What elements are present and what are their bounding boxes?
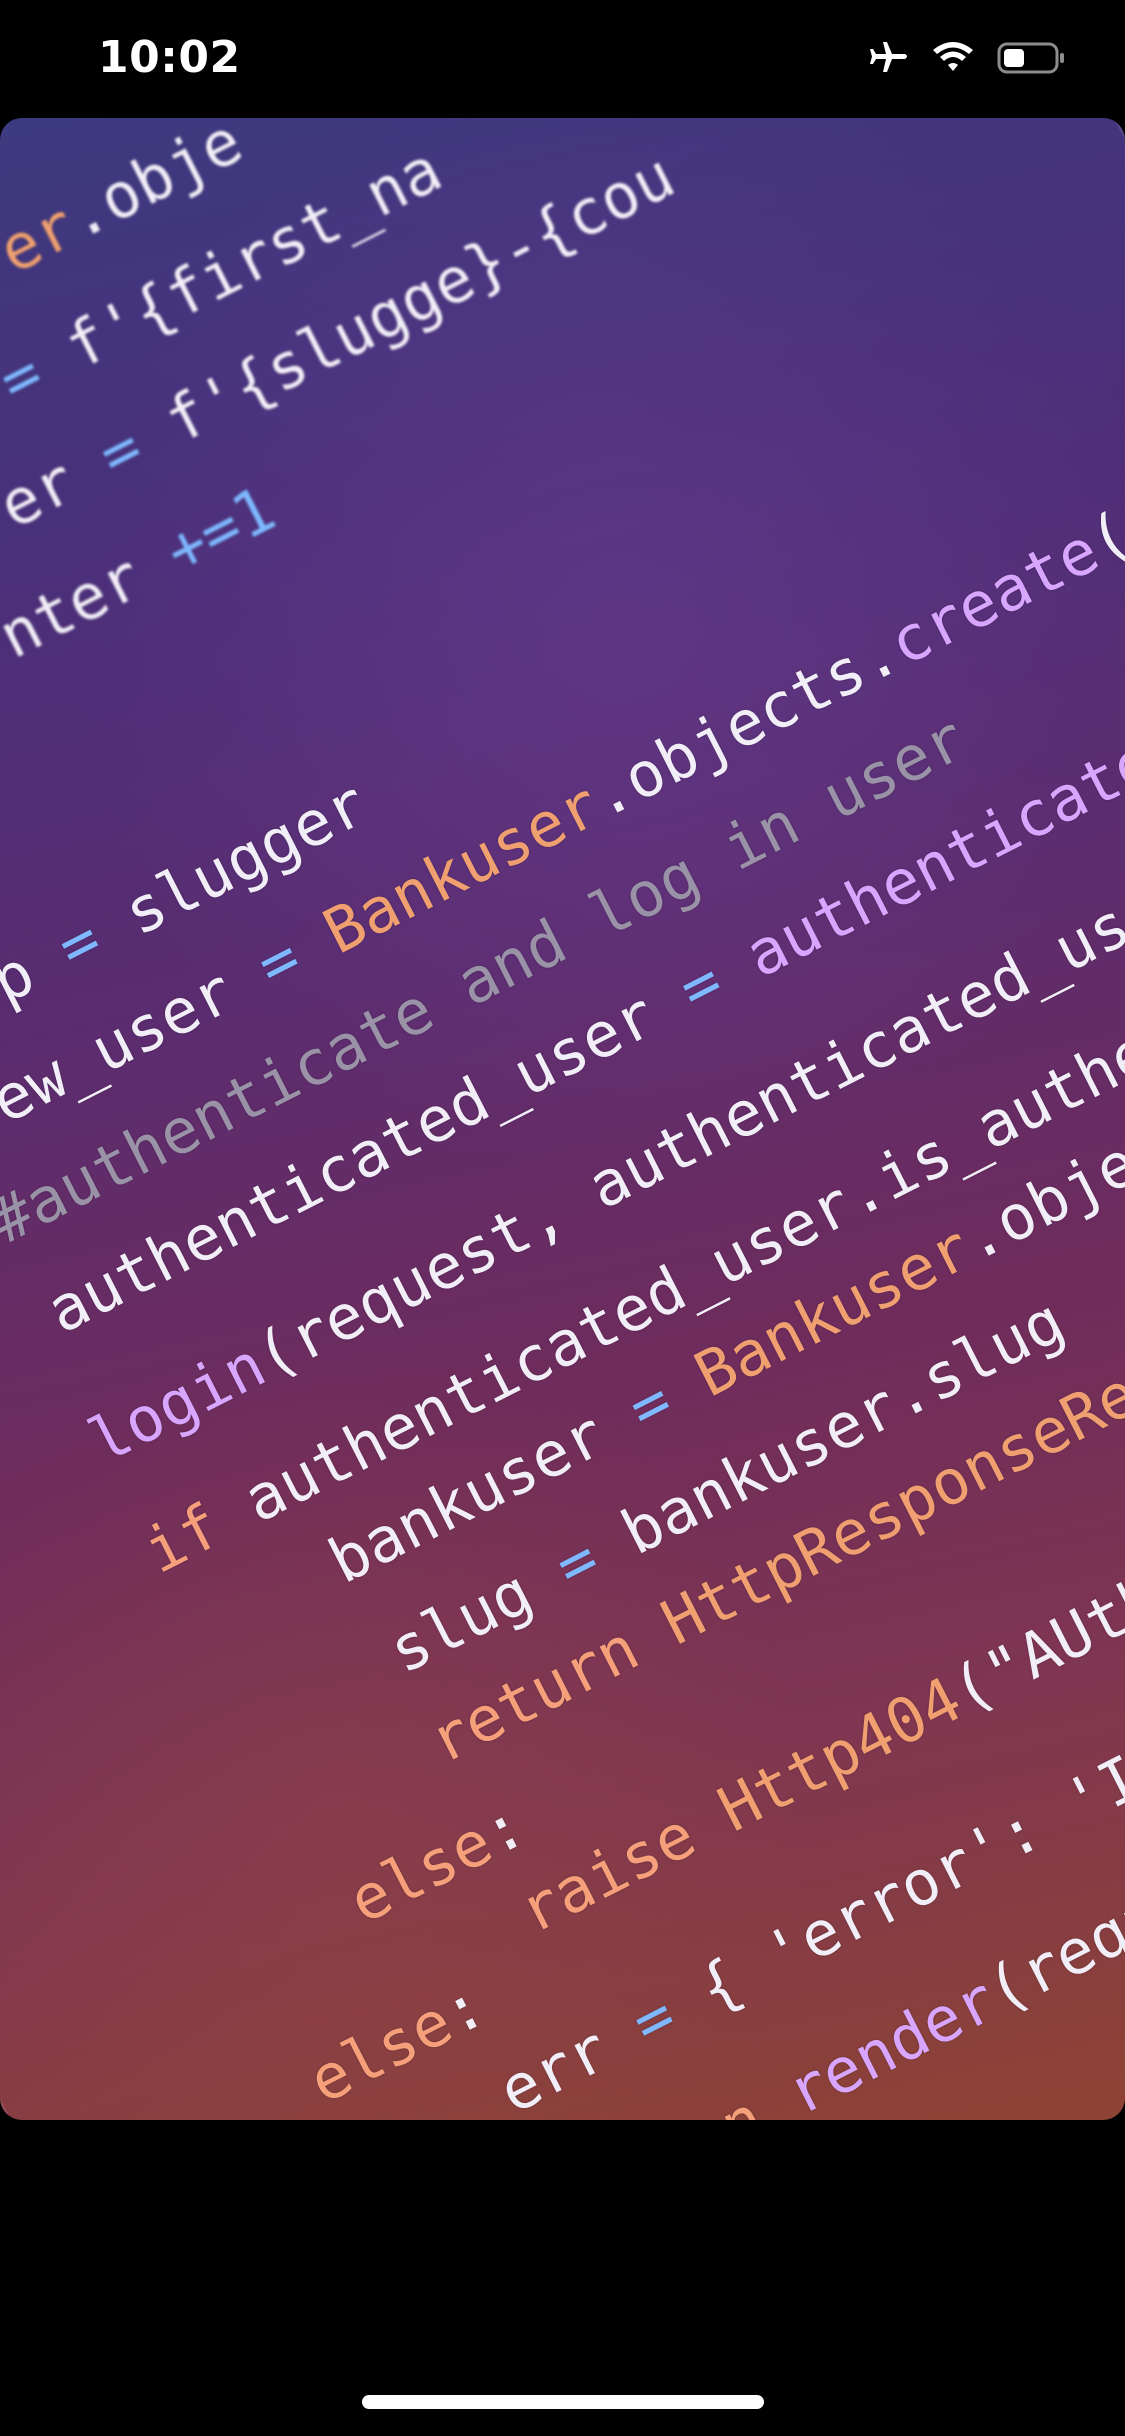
phone-screen: 10:02 er.obje = f'{first_na er = f'{slug… xyxy=(0,0,1125,2436)
code-token: else xyxy=(337,1804,504,1938)
airplane-icon xyxy=(865,40,909,76)
code-token: create xyxy=(877,513,1110,681)
code-token: raise xyxy=(507,1780,740,1948)
code-line: else: xyxy=(337,1788,536,1938)
code-token: render xyxy=(775,1962,1008,2120)
code-token: Http404 xyxy=(706,1662,973,1847)
status-icons xyxy=(865,40,1067,76)
battery-icon xyxy=(997,41,1067,75)
code-token: err xyxy=(487,1994,654,2120)
wifi-icon xyxy=(931,41,975,75)
code-token: nter xyxy=(0,522,187,673)
code-token: login xyxy=(77,1327,277,1478)
status-bar: 10:02 xyxy=(0,0,1125,120)
code-token: (requ xyxy=(974,1877,1125,2028)
code-line: else: xyxy=(297,1968,496,2118)
code-text-layer: er.obje = f'{first_na er = f'{slugge}-{cou… xyxy=(0,118,1125,2120)
code-token: else xyxy=(297,1984,464,2118)
code-photo[interactable]: er.obje = f'{first_na er = f'{slugge}-{cou… xyxy=(0,118,1125,2120)
status-time: 10:02 xyxy=(98,32,241,83)
code-token: ("AUth xyxy=(939,1560,1125,1728)
home-indicator[interactable] xyxy=(362,2395,764,2409)
